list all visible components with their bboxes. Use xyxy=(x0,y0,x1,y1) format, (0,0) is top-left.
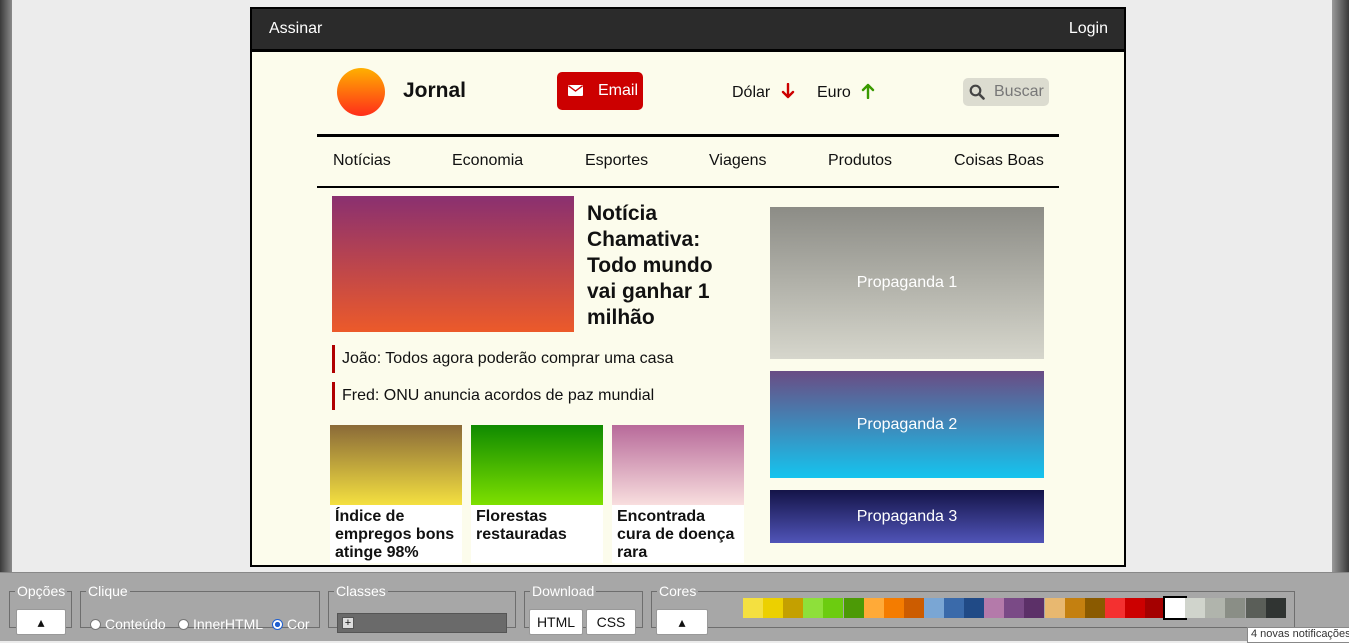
color-swatch[interactable] xyxy=(1205,598,1226,618)
color-swatch[interactable] xyxy=(803,598,824,618)
window-left-edge xyxy=(0,0,12,640)
colors-legend: Cores xyxy=(659,583,697,599)
notification-tooltip: 4 novas notificações xyxy=(1247,627,1349,643)
nav-item-noticias[interactable]: Notícias xyxy=(333,152,391,170)
download-css-button[interactable]: CSS xyxy=(586,609,636,635)
search-icon xyxy=(969,84,985,100)
search-placeholder: Buscar xyxy=(994,83,1044,100)
currency-dollar: Dólar xyxy=(732,83,795,102)
color-swatch[interactable] xyxy=(783,598,804,618)
news-card[interactable]: Florestas restauradas xyxy=(471,425,603,563)
classes-input[interactable]: + xyxy=(337,613,507,633)
options-group: Opções ▴ xyxy=(9,583,72,635)
color-swatch[interactable] xyxy=(984,598,1005,618)
logo-circle xyxy=(337,68,385,116)
arrow-up-icon xyxy=(862,83,875,99)
ad-label: Propaganda 3 xyxy=(856,507,958,525)
color-swatch[interactable] xyxy=(1044,598,1065,618)
download-legend: Download xyxy=(532,583,595,599)
color-swatch[interactable] xyxy=(1145,598,1165,618)
window-right-edge xyxy=(1332,0,1349,640)
radio-button-icon xyxy=(178,619,189,630)
hero-title[interactable]: Notícia Chamativa: Todo mundo vai ganhar… xyxy=(587,201,747,331)
click-mode-legend: Clique xyxy=(88,583,128,599)
color-swatch[interactable] xyxy=(1265,598,1286,618)
search-input[interactable]: Buscar xyxy=(963,78,1049,106)
nav-item-esportes[interactable]: Esportes xyxy=(585,152,648,170)
currency-euro-label: Euro xyxy=(817,84,851,101)
color-swatch[interactable] xyxy=(1004,598,1025,618)
radio-innerhtml-label: InnerHTML xyxy=(193,616,264,632)
color-swatch[interactable] xyxy=(743,598,763,618)
color-swatch[interactable] xyxy=(1024,598,1045,618)
color-swatch[interactable] xyxy=(843,598,864,618)
radio-content-label: Conteúdo xyxy=(105,616,166,632)
ad-banner-2[interactable]: Propaganda 2 xyxy=(770,371,1044,478)
color-swatch[interactable] xyxy=(1064,598,1085,618)
subscribe-link[interactable]: Assinar xyxy=(269,20,322,38)
login-link[interactable]: Login xyxy=(1069,20,1108,38)
radio-innerhtml[interactable]: InnerHTML xyxy=(178,616,263,632)
email-button[interactable]: Email xyxy=(557,72,643,110)
color-swatch[interactable] xyxy=(823,598,844,618)
headline-item[interactable]: João: Todos agora poderão comprar uma ca… xyxy=(332,345,673,373)
color-swatch[interactable] xyxy=(1163,596,1188,620)
currency-euro: Euro xyxy=(817,83,875,102)
ad-label: Propaganda 2 xyxy=(856,415,958,433)
main-nav: Notícias Economia Esportes Viagens Produ… xyxy=(317,134,1059,188)
news-card-image xyxy=(330,425,462,505)
radio-content[interactable]: Conteúdo xyxy=(90,616,166,632)
email-button-label: Email xyxy=(598,82,639,99)
click-mode-group: Clique Conteúdo InnerHTML Cor xyxy=(80,583,320,632)
classes-legend: Classes xyxy=(336,583,386,599)
news-card[interactable]: Índice de empregos bons atinge 98% xyxy=(330,425,462,563)
color-swatch[interactable] xyxy=(1084,598,1105,618)
options-toggle-button[interactable]: ▴ xyxy=(16,609,66,635)
ad-banner-1[interactable]: Propaganda 1 xyxy=(770,207,1044,359)
color-swatch[interactable] xyxy=(964,598,985,618)
newspaper-page: Assinar Login Jornal Email Dólar Euro Bu… xyxy=(250,7,1126,567)
color-swatch[interactable] xyxy=(1245,598,1266,618)
news-card-image xyxy=(471,425,603,505)
color-swatch[interactable] xyxy=(944,598,964,618)
nav-item-produtos[interactable]: Produtos xyxy=(828,152,892,170)
nav-item-coisas-boas[interactable]: Coisas Boas xyxy=(954,152,1044,170)
news-card-title: Índice de empregos bons atinge 98% xyxy=(330,505,462,563)
top-bar: Assinar Login xyxy=(252,9,1124,52)
envelope-icon xyxy=(568,85,583,96)
news-card-title: Encontrada cura de doença rara xyxy=(612,505,744,563)
color-swatch[interactable] xyxy=(1124,598,1145,618)
color-swatch[interactable] xyxy=(1104,598,1125,618)
color-swatch[interactable] xyxy=(863,598,884,618)
download-html-button[interactable]: HTML xyxy=(529,609,583,635)
radio-color[interactable]: Cor xyxy=(272,616,310,632)
ad-banner-3[interactable]: Propaganda 3 xyxy=(770,490,1044,543)
color-swatch[interactable] xyxy=(1185,598,1206,618)
color-swatch[interactable] xyxy=(1225,598,1246,618)
radio-button-icon xyxy=(90,619,101,630)
news-card-image xyxy=(612,425,744,505)
options-legend: Opções xyxy=(17,583,66,599)
classes-group: Classes + xyxy=(328,583,516,633)
add-class-icon[interactable]: + xyxy=(342,617,354,629)
download-group: Download HTML CSS xyxy=(524,583,643,635)
ad-label: Propaganda 1 xyxy=(856,274,958,291)
color-swatch[interactable] xyxy=(923,598,944,618)
currency-dollar-label: Dólar xyxy=(732,84,771,101)
color-swatch[interactable] xyxy=(763,598,784,618)
nav-item-economia[interactable]: Economia xyxy=(452,152,523,170)
news-card[interactable]: Encontrada cura de doença rara xyxy=(612,425,744,563)
color-swatch[interactable] xyxy=(903,598,924,618)
headline-item[interactable]: Fred: ONU anuncia acordos de paz mundial xyxy=(332,382,654,410)
colors-toggle-button[interactable]: ▴ xyxy=(656,609,708,635)
arrow-down-icon xyxy=(781,83,794,99)
brand-name: Jornal xyxy=(403,79,467,102)
color-swatch[interactable] xyxy=(883,598,904,618)
hero-image[interactable] xyxy=(332,196,574,332)
nav-item-viagens[interactable]: Viagens xyxy=(709,152,767,170)
radio-button-selected-icon xyxy=(272,619,283,630)
news-card-title: Florestas restauradas xyxy=(471,505,603,563)
radio-color-label: Cor xyxy=(287,616,310,632)
